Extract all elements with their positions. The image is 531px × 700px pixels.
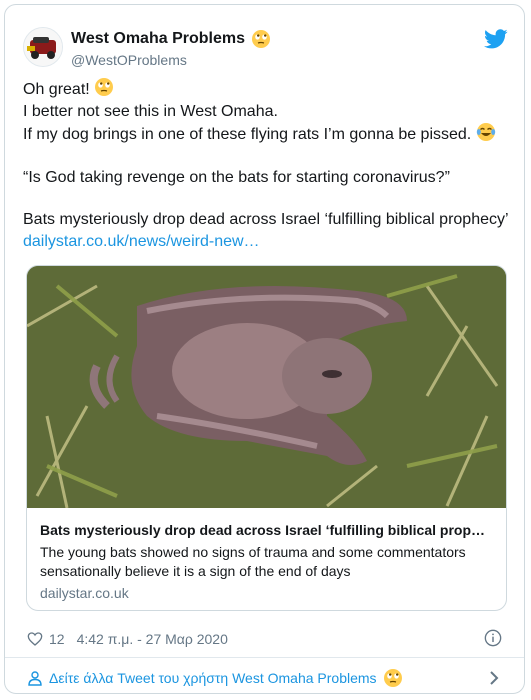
display-name[interactable]: West Omaha Problems — [71, 29, 271, 49]
display-name-text: West Omaha Problems — [71, 30, 245, 47]
heart-icon — [27, 632, 43, 646]
link-preview-card[interactable]: Bats mysteriously drop dead across Israe… — [26, 265, 507, 611]
tweet-timestamp[interactable]: 4:42 π.μ. - 27 Μαρ 2020 — [77, 631, 228, 647]
tweet-footer: 12 4:42 π.μ. - 27 Μαρ 2020 — [27, 627, 502, 651]
info-icon[interactable] — [484, 629, 502, 647]
user-handle[interactable]: @WestOProblems — [71, 52, 271, 68]
card-title[interactable]: Bats mysteriously drop dead across Israe… — [40, 522, 493, 538]
card-domain: dailystar.co.uk — [40, 585, 129, 601]
divider — [5, 657, 524, 658]
avatar-image — [24, 28, 62, 66]
twitter-bird-icon[interactable] — [484, 27, 508, 51]
tweet-line: If my dog brings in one of these flying … — [23, 122, 513, 146]
more-tweets-label: Δείτε άλλα Tweet του χρήστη West Omaha P… — [49, 670, 377, 686]
tweet-headline: Bats mysteriously drop dead across Israe… — [23, 211, 509, 228]
tweet-quote: “Is God taking revenge on the bats for s… — [23, 168, 450, 186]
avatar[interactable] — [23, 27, 63, 67]
tweet-line: I better not see this in West Omaha. — [23, 102, 278, 120]
tweet-card: West Omaha Problems @WestOProblems Oh gr… — [4, 4, 525, 694]
eye-roll-emoji-icon — [383, 669, 402, 687]
card-description: The young bats showed no signs of trauma… — [40, 544, 466, 579]
eye-roll-emoji-icon — [251, 30, 270, 48]
article-photo[interactable] — [27, 266, 506, 508]
tweet-header: West Omaha Problems @WestOProblems — [23, 27, 508, 71]
bat-photo-image — [27, 266, 506, 508]
like-button[interactable]: 12 — [27, 631, 65, 647]
person-icon — [28, 671, 42, 686]
tweet-body: Oh great! I better not see this in West … — [23, 77, 513, 252]
card-text: Bats mysteriously drop dead across Israe… — [40, 522, 493, 601]
tears-of-joy-emoji-icon — [476, 123, 495, 141]
tweet-line: Oh great! — [23, 77, 513, 101]
chevron-right-icon[interactable] — [486, 669, 502, 687]
more-tweets-link[interactable]: Δείτε άλλα Tweet του χρήστη West Omaha P… — [27, 665, 502, 691]
tweet-link[interactable]: dailystar.co.uk/news/weird-new… — [23, 233, 260, 250]
user-names: West Omaha Problems @WestOProblems — [71, 29, 271, 68]
like-count: 12 — [49, 631, 65, 647]
eye-roll-emoji-icon — [95, 78, 114, 96]
